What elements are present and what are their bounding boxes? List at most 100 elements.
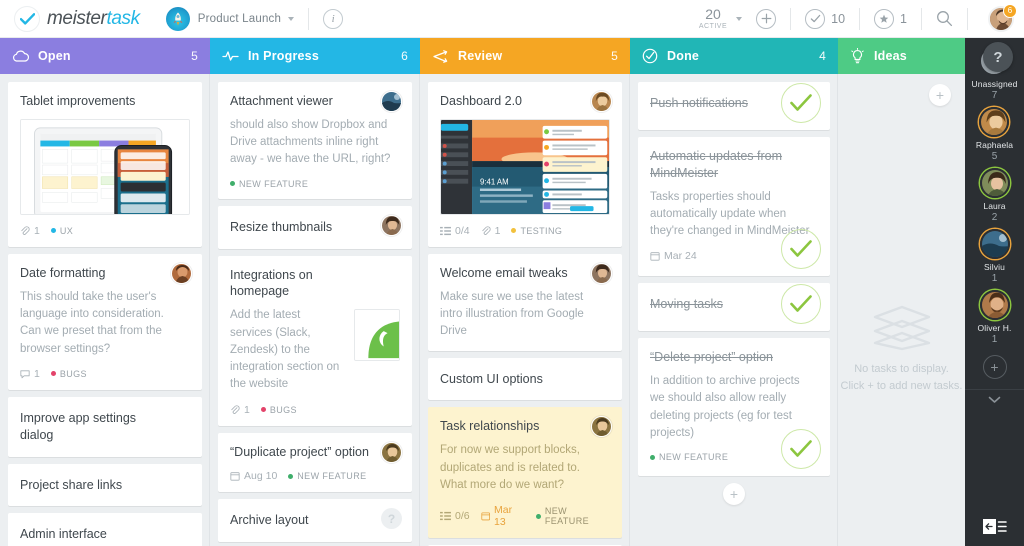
kanban-board: Open 5 Tablet improvements 1 UX Date for… [0, 38, 1024, 546]
task-card-done[interactable]: Push notifications [638, 82, 830, 130]
comment-count: 1 [20, 368, 40, 380]
task-card[interactable]: Project share links [8, 463, 202, 507]
task-card-done[interactable]: Automatic updates from MindMeister Tasks… [638, 136, 830, 277]
search-icon[interactable] [936, 10, 953, 27]
user-avatar[interactable]: 6 [988, 3, 1017, 32]
completed-tasks-count: 10 [831, 11, 846, 26]
task-card-done[interactable]: Moving tasks [638, 283, 830, 332]
column-header-done[interactable]: Done 4 [630, 38, 838, 74]
tag-dot [50, 371, 56, 377]
task-card-due[interactable]: Task relationships For now we support bl… [428, 407, 622, 538]
task-card[interactable]: Improve app settings dialog [8, 396, 202, 457]
task-card[interactable]: Welcome email tweaks Make sure we use th… [428, 253, 622, 351]
card-tag: TESTING [511, 226, 562, 236]
info-icon[interactable]: i [323, 8, 344, 29]
task-card[interactable]: Resize thumbnails [218, 205, 412, 249]
sidebar-member-laura[interactable]: Laura 2 [979, 168, 1010, 223]
divider-4 [921, 7, 922, 30]
task-card[interactable]: Tablet improvements 1 UX [8, 82, 202, 247]
cloud-icon [12, 50, 29, 62]
completed-check-icon [781, 284, 821, 325]
completed-tasks-stat[interactable]: 10 [805, 8, 846, 29]
member-name: Raphaela [975, 140, 1014, 150]
card-tag: NEW FEATURE [535, 506, 610, 526]
project-selector[interactable]: Product Launch [165, 6, 295, 31]
card-description: Add the latest services (Slack, Zendesk)… [230, 309, 340, 391]
checklist-progress: 0/6 [440, 510, 470, 522]
card-title: Admin interface [20, 527, 107, 542]
starred-tasks-stat[interactable]: 1 [874, 8, 907, 29]
column-header-in-progress[interactable]: In Progress 6 [210, 38, 420, 74]
sidebar-member-silviu[interactable]: Silviu 1 [979, 229, 1010, 284]
attachment-number: 1 [494, 224, 501, 237]
column-header-ideas[interactable]: Ideas [838, 38, 965, 74]
calendar-icon [650, 252, 660, 261]
attachment-count: 1 [230, 404, 250, 416]
card-title: Welcome email tweaks [440, 265, 568, 280]
card-title: “Duplicate project” option [230, 444, 369, 459]
add-task-button[interactable] [756, 8, 777, 29]
app-logo[interactable]: meistertask [0, 5, 140, 32]
card-description: should also show Dropbox and Drive attac… [230, 118, 391, 166]
calendar-icon [481, 512, 490, 521]
task-card[interactable]: Archive layout ? [218, 499, 412, 543]
tag-label: BUGS [269, 404, 297, 415]
sidebar-member-raphaela[interactable]: Raphaela 5 [976, 107, 1013, 162]
add-card-button-done[interactable]: + [723, 483, 745, 506]
card-body: Add the latest services (Slack, Zendesk)… [230, 300, 400, 393]
due-date: Aug 10 [230, 470, 277, 482]
active-tasks-counter[interactable]: 20 ACTIVE [699, 7, 727, 30]
task-card[interactable]: Custom UI options [428, 357, 622, 401]
add-card-button-ideas[interactable]: + [929, 84, 951, 106]
empty-state-line-1: No tasks to display. [854, 362, 949, 375]
task-card[interactable]: “Duplicate project” option Aug 10 NEW FE… [218, 432, 412, 493]
comment-number: 1 [34, 367, 40, 380]
task-card[interactable]: Date formatting This should take the use… [8, 253, 202, 390]
member-name: Silviu [984, 262, 1005, 272]
column-title-review: Review [458, 49, 503, 63]
card-meta: NEW FEATURE [230, 179, 400, 189]
assignee-avatar[interactable] [591, 91, 612, 112]
tag-label: NEW FEATURE [239, 178, 309, 189]
card-title: Improve app settings dialog [20, 410, 137, 442]
add-member-button[interactable]: + [982, 355, 1007, 379]
card-meta: 0/4 1 TESTING [440, 225, 610, 237]
attachment-number: 1 [34, 224, 40, 237]
card-description: For now we support blocks, duplicates an… [440, 444, 581, 491]
assignee-avatar[interactable] [171, 262, 192, 284]
member-avatar [979, 168, 1010, 198]
card-title: Project share links [20, 477, 123, 492]
sidebar-expand-button[interactable] [965, 389, 1024, 404]
attachment-count: 1 [481, 224, 501, 237]
card-description: This should take the user's language int… [20, 290, 164, 355]
task-card[interactable]: Admin interface [8, 513, 202, 546]
checklist-icon [440, 226, 451, 235]
sidebar-member-oliver[interactable]: Oliver H. 1 [978, 290, 1012, 345]
task-card[interactable]: Integrations on homepage Add the latest … [218, 255, 412, 426]
member-task-count: 5 [991, 151, 998, 162]
task-card-done[interactable]: “Delete project” option In addition to a… [638, 338, 830, 477]
task-card[interactable]: Dashboard 2.0 9:41 AM 0/4 1 TESTING [428, 82, 622, 247]
column-header-open[interactable]: Open 5 [0, 38, 210, 74]
members-sidebar: ? Unassigned 7 Raphaela 5 Laura 2 [965, 38, 1024, 546]
panel-toggle-button[interactable] [965, 519, 1024, 534]
tag-label: NEW FEATURE [659, 452, 729, 463]
assignee-avatar[interactable] [381, 214, 402, 236]
member-name: Oliver H. [977, 323, 1012, 333]
attachment-count: 1 [20, 225, 40, 237]
column-header-review[interactable]: Review 5 [420, 38, 630, 74]
task-card[interactable]: Attachment viewer should also show Dropb… [218, 82, 412, 199]
card-title: Tablet improvements [20, 94, 136, 108]
assignee-avatar[interactable] [381, 91, 402, 112]
logo-text-meister: meister [47, 7, 107, 29]
active-chevron-down-icon[interactable] [736, 16, 743, 21]
card-description: Make sure we use the latest intro illust… [440, 290, 584, 338]
card-title: “Delete project” option [650, 350, 773, 365]
card-tag: UX [50, 226, 73, 236]
card-title: Integrations on homepage [230, 267, 313, 299]
help-button[interactable]: ? [983, 42, 1013, 72]
member-task-count: 7 [991, 90, 998, 101]
rocket-icon [173, 12, 183, 25]
assignee-avatar[interactable] [591, 262, 612, 284]
assignee-avatar[interactable] [381, 441, 402, 463]
